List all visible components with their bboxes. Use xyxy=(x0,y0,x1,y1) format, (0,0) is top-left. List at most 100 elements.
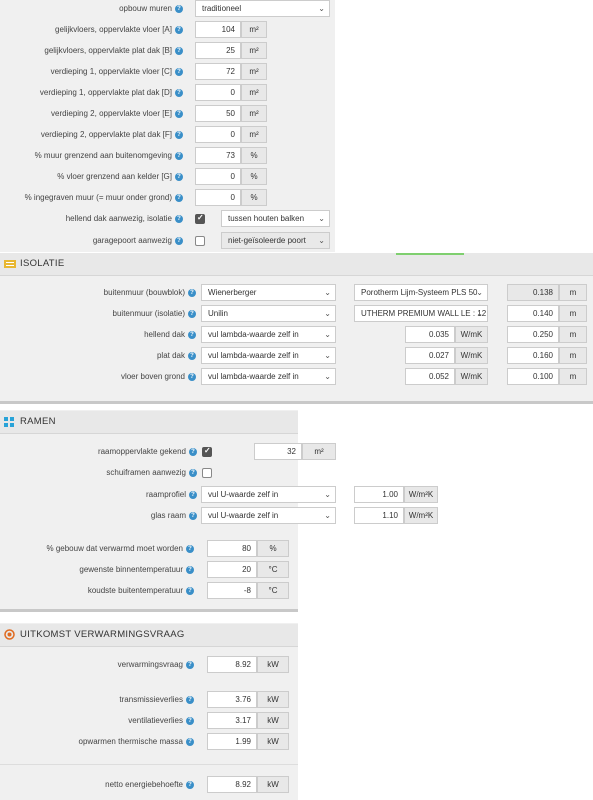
help-icon[interactable]: ? xyxy=(188,288,196,297)
help-icon[interactable]: ? xyxy=(175,46,183,55)
gebouw-row-input[interactable]: 0 xyxy=(195,84,241,101)
lambda-input[interactable]: 0.035 xyxy=(405,326,455,343)
help-icon[interactable]: ? xyxy=(189,447,197,456)
temperatuur-input[interactable]: 20 xyxy=(207,561,257,578)
glasraam-select[interactable]: vul U-waarde zelf in ⌄ xyxy=(201,507,336,524)
ramen-header: RAMEN xyxy=(0,411,298,434)
dikte-input[interactable]: 0.250 xyxy=(507,326,559,343)
lambda-input[interactable]: 0.027 xyxy=(405,347,455,364)
uitkomst-header: UITKOMST VERWARMINGSVRAAG xyxy=(0,624,298,647)
dikte-input[interactable]: 0.140 xyxy=(507,305,559,322)
help-icon[interactable]: ? xyxy=(189,490,197,499)
gebouw-row-checkbox[interactable] xyxy=(195,236,205,246)
help-icon[interactable]: ? xyxy=(188,330,196,339)
gebouw-row-unit: m² xyxy=(241,105,267,122)
help-icon[interactable]: ? xyxy=(188,309,196,318)
target-icon xyxy=(4,629,15,640)
uitkomst-unit: kW xyxy=(257,733,289,750)
lambda-unit: W/mK xyxy=(455,368,488,385)
lambda-input[interactable]: 0.052 xyxy=(405,368,455,385)
gebouw-row-input[interactable]: 0 xyxy=(195,189,241,206)
gebouw-row-input[interactable]: 72 xyxy=(195,63,241,80)
help-icon[interactable]: ? xyxy=(188,351,196,360)
help-icon[interactable]: ? xyxy=(186,586,194,595)
help-icon[interactable]: ? xyxy=(189,511,197,520)
raamprofiel-unit: W/m²K xyxy=(404,486,438,503)
gebouw-row-input[interactable]: 73 xyxy=(195,147,241,164)
help-icon[interactable]: ? xyxy=(175,130,183,139)
help-icon[interactable]: ? xyxy=(186,565,194,574)
gebouw-row-label: verdieping 1, oppervlakte vloer [C]? xyxy=(0,63,183,81)
isolatie-material-select[interactable]: Wienerberger ⌄ xyxy=(201,284,336,301)
gebouw-row-input[interactable]: 0 xyxy=(195,168,241,185)
schuiframen-checkbox[interactable] xyxy=(202,468,212,478)
gebouw-row-label: garagepoort aanwezig? xyxy=(0,232,183,250)
raamoppervlakte-unit: m² xyxy=(302,443,336,460)
glasraam-label: glas raam? xyxy=(0,507,197,525)
gebouw-row-input[interactable]: 0 xyxy=(195,126,241,143)
help-icon[interactable]: ? xyxy=(175,236,183,245)
uitkomst-row-label: opwarmen thermische massa? xyxy=(0,733,194,751)
help-icon[interactable]: ? xyxy=(175,151,183,160)
gebouw-row-checkbox[interactable] xyxy=(195,213,205,224)
temperatuur-row-label: % gebouw dat verwarmd moet worden? xyxy=(0,540,194,558)
gebouw-row-input[interactable]: 25 xyxy=(195,42,241,59)
glasraam-unit: W/m²K xyxy=(404,507,438,524)
help-icon[interactable]: ? xyxy=(186,737,194,746)
chevron-down-icon: ⌄ xyxy=(324,309,331,318)
help-icon[interactable]: ? xyxy=(175,88,183,97)
raamoppervlakte-checkbox[interactable] xyxy=(202,446,212,457)
isolatie-product-select[interactable]: Porotherm Lijm-Systeem PLS 50 ⌄ xyxy=(354,284,488,301)
help-icon[interactable]: ? xyxy=(175,193,183,202)
gebouw-row-label: verdieping 2, oppervlakte vloer [E]? xyxy=(0,105,183,123)
help-icon[interactable]: ? xyxy=(188,372,196,381)
opbouw-muren-select[interactable]: traditioneel ⌄ xyxy=(195,0,330,17)
help-icon[interactable]: ? xyxy=(175,67,183,76)
glasraam-input[interactable]: 1.10 xyxy=(354,507,404,524)
gebouw-row-unit: % xyxy=(241,189,267,206)
raamprofiel-select[interactable]: vul U-waarde zelf in ⌄ xyxy=(201,486,336,503)
ramen-title: RAMEN xyxy=(20,416,56,427)
dikte-unit: m xyxy=(559,305,587,322)
gebouw-row-label: gelijkvloers, oppervlakte vloer [A]? xyxy=(0,21,183,39)
help-icon[interactable]: ? xyxy=(175,109,183,118)
dikte-input[interactable]: 0.100 xyxy=(507,368,559,385)
lambda-unit: W/mK xyxy=(455,326,488,343)
chevron-down-icon: ⌄ xyxy=(318,236,325,245)
dikte-input[interactable]: 0.138 xyxy=(507,284,559,301)
chevron-down-icon: ⌄ xyxy=(324,490,331,499)
chevron-down-icon: ⌄ xyxy=(476,309,483,318)
uitkomst-unit: kW xyxy=(257,712,289,729)
help-icon[interactable]: ? xyxy=(186,695,194,704)
isolatie-material-select[interactable]: Unilin ⌄ xyxy=(201,305,336,322)
gebouw-row-input[interactable]: 104 xyxy=(195,21,241,38)
help-icon[interactable]: ? xyxy=(175,4,183,13)
isolatie-product-select[interactable]: UTHERM PREMIUM WALL LE : 12 ⌄ xyxy=(354,305,488,322)
chevron-down-icon: ⌄ xyxy=(324,511,331,520)
help-icon[interactable]: ? xyxy=(186,544,194,553)
help-icon[interactable]: ? xyxy=(175,25,183,34)
isolatie-title: ISOLATIE xyxy=(20,258,65,269)
uitkomst-value: 8.92 xyxy=(207,656,257,673)
help-icon[interactable]: ? xyxy=(175,172,183,181)
help-icon[interactable]: ? xyxy=(189,468,197,477)
raamoppervlakte-input[interactable]: 32 xyxy=(254,443,302,460)
temperatuur-row-label: gewenste binnentemperatuur? xyxy=(0,561,194,579)
help-icon[interactable]: ? xyxy=(186,660,194,669)
help-icon[interactable]: ? xyxy=(186,780,194,789)
help-icon[interactable]: ? xyxy=(175,214,183,223)
gebouw-row-label: % vloer grenzend aan kelder [G]? xyxy=(0,168,183,186)
isolatie-material-select[interactable]: vul lambda-waarde zelf in ⌄ xyxy=(201,326,336,343)
chevron-down-icon: ⌄ xyxy=(318,214,325,223)
raamprofiel-input[interactable]: 1.00 xyxy=(354,486,404,503)
isolatie-material-select[interactable]: vul lambda-waarde zelf in ⌄ xyxy=(201,368,336,385)
temperatuur-input[interactable]: -8 xyxy=(207,582,257,599)
gebouw-row-input[interactable]: 50 xyxy=(195,105,241,122)
temperatuur-input[interactable]: 80 xyxy=(207,540,257,557)
gebouw-row-select[interactable]: tussen houten balken ⌄ xyxy=(221,210,330,227)
temperatuur-unit: % xyxy=(257,540,289,557)
gebouw-row-select[interactable]: niet-geïsoleerde poort ⌄ xyxy=(221,232,330,249)
dikte-input[interactable]: 0.160 xyxy=(507,347,559,364)
help-icon[interactable]: ? xyxy=(186,716,194,725)
isolatie-material-select[interactable]: vul lambda-waarde zelf in ⌄ xyxy=(201,347,336,364)
